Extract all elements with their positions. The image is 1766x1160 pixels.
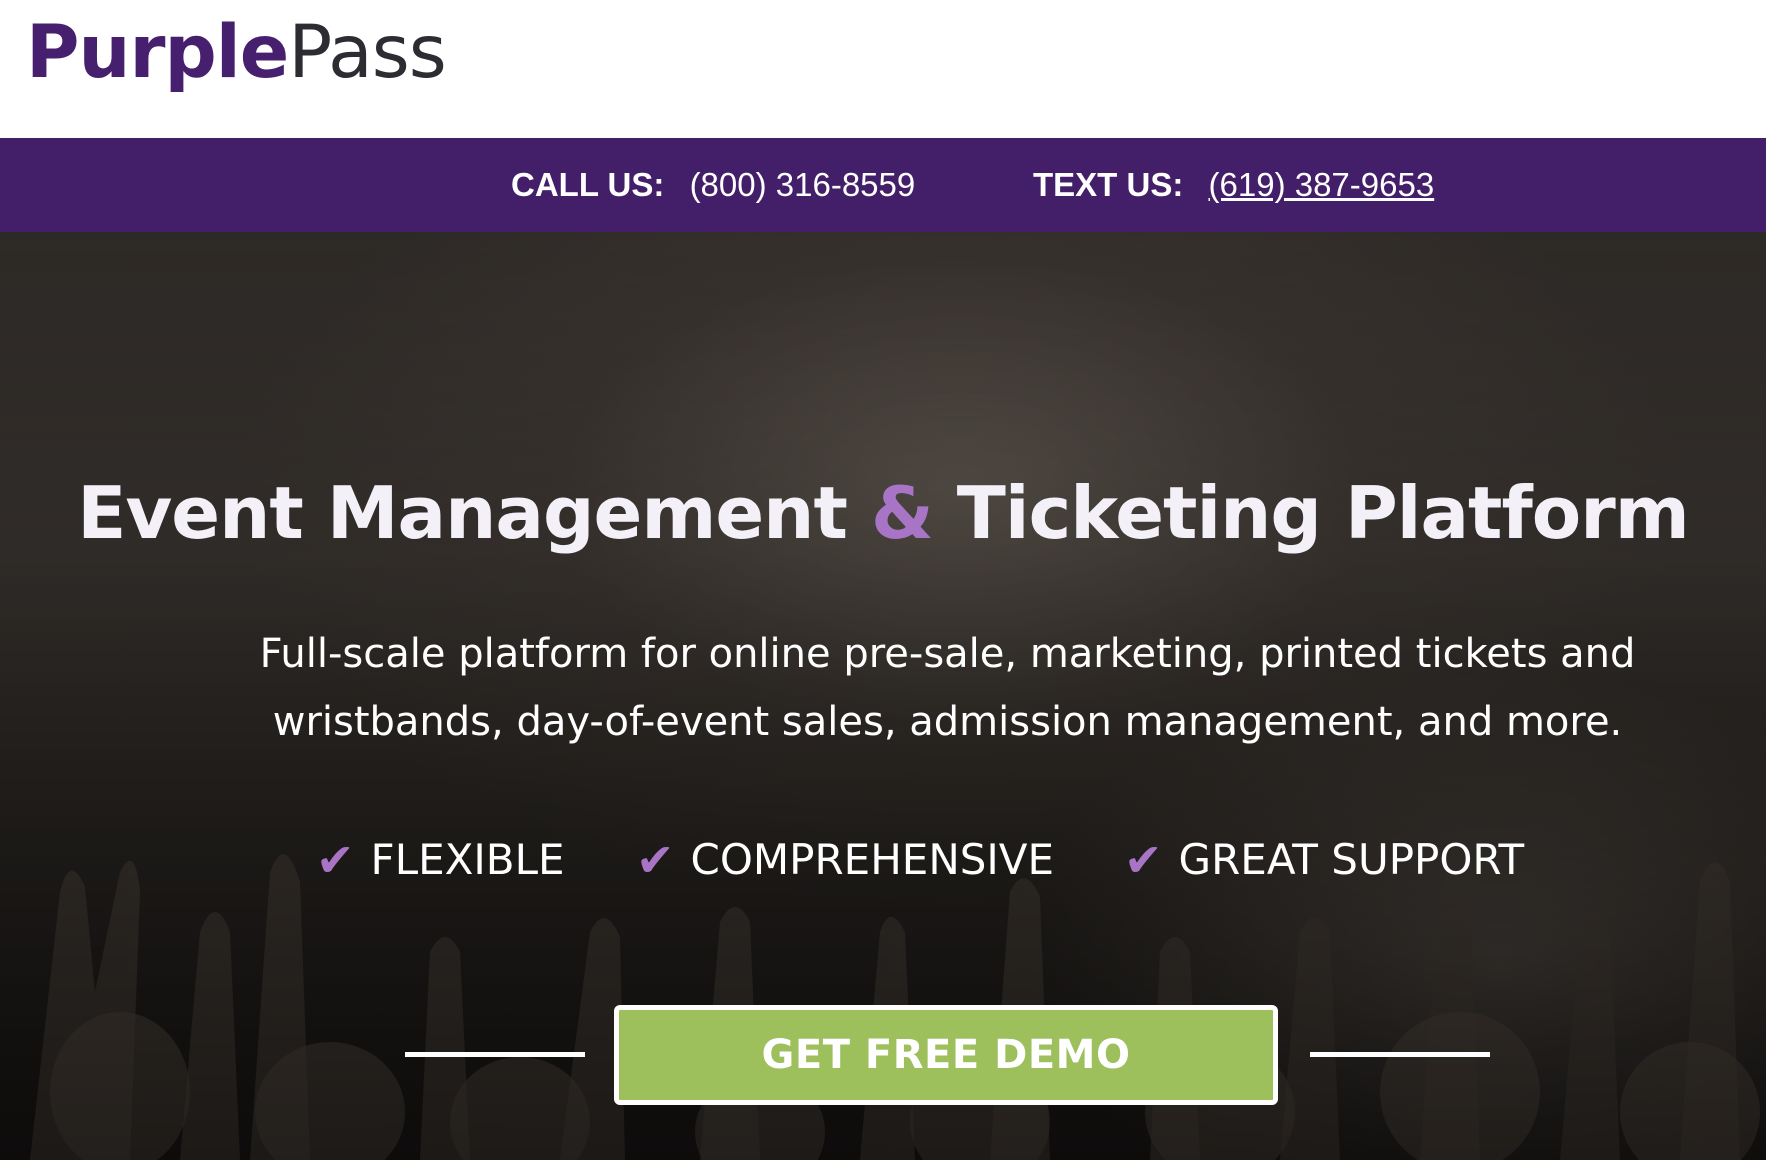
feature-item: ✔ GREAT SUPPORT: [1124, 820, 1524, 900]
feature-label: COMPREHENSIVE: [690, 835, 1055, 884]
hero-title-part2: Ticketing Platform: [932, 471, 1690, 556]
logo-text-pass: Pass: [288, 10, 447, 95]
text-us-label: TEXT US:: [1033, 166, 1184, 203]
text-us: TEXT US: (619) 387-9653: [1033, 138, 1434, 232]
feature-item: ✔ FLEXIBLE: [316, 820, 565, 900]
check-icon: ✔: [1124, 833, 1163, 887]
hero-subtitle: Full-scale platform for online pre-sale,…: [259, 631, 1636, 745]
call-us-number: (800) 316-8559: [689, 166, 916, 203]
contact-bar: CALL US: (800) 316-8559 TEXT US: (619) 3…: [0, 138, 1766, 232]
cta-divider-left: [405, 1052, 585, 1057]
check-icon: ✔: [316, 833, 355, 887]
feature-list: ✔ FLEXIBLE ✔ COMPREHENSIVE ✔ GREAT SUPPORT: [0, 820, 1766, 900]
text-us-number-link[interactable]: (619) 387-9653: [1209, 166, 1435, 203]
site-header: PurplePass: [0, 0, 1766, 138]
check-icon: ✔: [636, 833, 675, 887]
hero-section: Event Management & Ticketing Platform Fu…: [0, 232, 1766, 1160]
purplepass-logo[interactable]: PurplePass: [26, 8, 447, 98]
hero-title-ampersand: &: [870, 471, 934, 556]
get-free-demo-button[interactable]: GET FREE DEMO: [614, 1005, 1278, 1105]
page: PurplePass CALL US: (800) 316-8559 TEXT …: [0, 0, 1766, 1160]
hero-title: Event Management & Ticketing Platform: [0, 468, 1766, 558]
hero-title-part1: Event Management: [77, 471, 871, 556]
call-us: CALL US: (800) 316-8559: [511, 138, 915, 232]
feature-item: ✔ COMPREHENSIVE: [636, 820, 1054, 900]
feature-label: FLEXIBLE: [370, 835, 565, 884]
feature-label: GREAT SUPPORT: [1178, 835, 1525, 884]
call-us-label: CALL US:: [511, 166, 665, 203]
cta-divider-right: [1310, 1052, 1490, 1057]
logo-text-purple: Purple: [26, 10, 289, 95]
